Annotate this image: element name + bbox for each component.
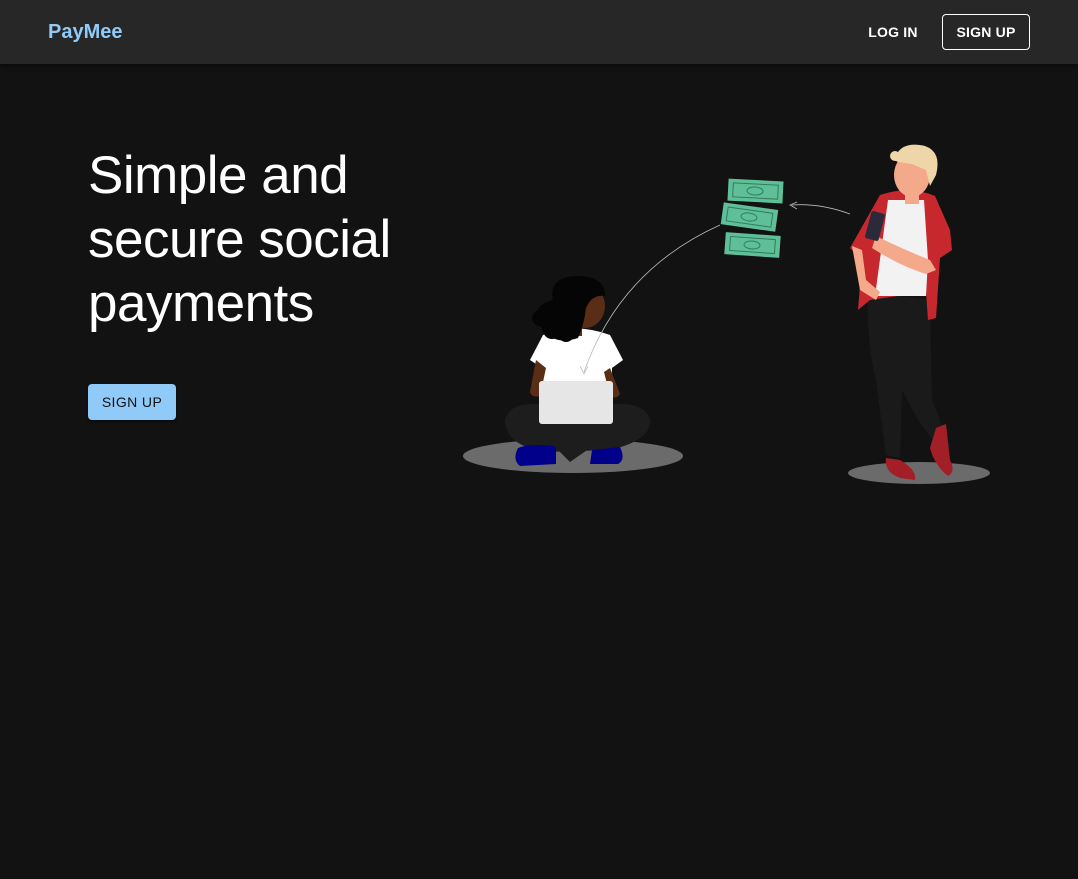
brand-logo[interactable]: PayMee (48, 20, 123, 44)
login-button[interactable]: LOG IN (862, 14, 924, 50)
money-bills (720, 178, 784, 258)
hero-signup-button[interactable]: SIGN UP (88, 384, 176, 420)
man-figure (850, 144, 953, 480)
arrow-to-money (791, 204, 851, 215)
woman-figure (505, 275, 651, 466)
app-bar: PayMee LOG IN SIGN UP (0, 0, 1078, 64)
hero-title: Simple and secure social payments (88, 146, 391, 333)
money-transfer-illustration (463, 144, 990, 484)
man-shadow (848, 462, 990, 484)
signup-nav-button[interactable]: SIGN UP (942, 14, 1030, 50)
